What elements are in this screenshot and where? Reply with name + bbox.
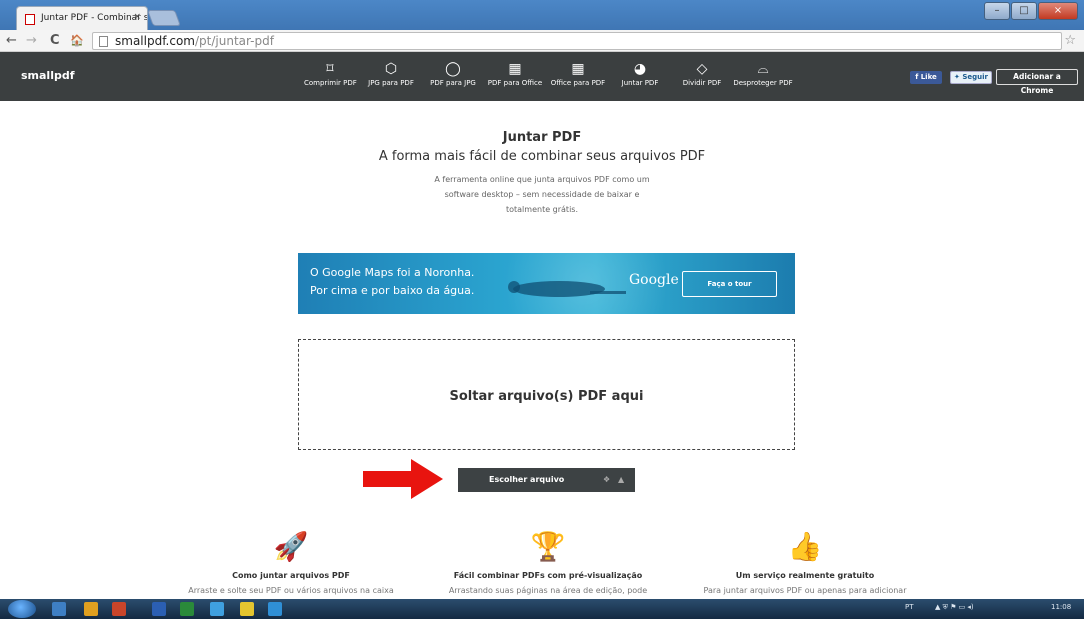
windows-taskbar: PT ▲ ⛨ ⚑ ▭ ◂) 11:08 xyxy=(0,599,1084,619)
google-drive-icon[interactable]: ▲ xyxy=(618,468,624,492)
taskbar-skype-icon[interactable] xyxy=(268,602,282,616)
taskbar-ie-icon[interactable] xyxy=(210,602,224,616)
tool-label: Juntar PDF xyxy=(621,79,659,87)
tool-label: JPG para PDF xyxy=(368,79,414,87)
facebook-like-label: Like xyxy=(920,73,937,81)
url-host: smallpdf.com xyxy=(115,34,195,48)
thumbs-up-icon: 👍 xyxy=(787,530,823,563)
feature-title: Fácil combinar PDFs com pré-visualização xyxy=(453,571,643,580)
bookmark-star-icon[interactable]: ☆ xyxy=(1064,33,1076,48)
dropbox-icon[interactable]: ❖ xyxy=(603,468,610,492)
trophy-icon: 🏆 xyxy=(530,530,566,563)
tool-merge-pdf[interactable]: ◕ Juntar PDF xyxy=(618,59,662,87)
tray-icons[interactable]: ▲ ⛨ ⚑ ▭ ◂) xyxy=(935,603,974,612)
feature-title: Como juntar arquivos PDF xyxy=(232,571,350,580)
taskbar-excel-icon[interactable] xyxy=(180,602,194,616)
browser-tab[interactable]: Juntar PDF - Combinar se × xyxy=(16,6,148,30)
tool-pdf-to-office[interactable]: ▦ PDF para Office xyxy=(487,59,543,87)
tool-compress-pdf[interactable]: ⌑ Comprimir PDF xyxy=(304,59,357,87)
tool-office-to-pdf[interactable]: ▦ Office para PDF xyxy=(550,59,606,87)
choose-file-button[interactable]: Escolher arquivo ❖ ▲ xyxy=(458,468,635,492)
pdf-favicon-icon xyxy=(25,14,35,25)
feature-text: Arraste e solte seu PDF ou vários arquiv… xyxy=(188,586,394,595)
compress-icon: ⌑ xyxy=(326,61,334,77)
maximize-icon[interactable]: □ xyxy=(1011,2,1037,20)
browser-titlebar: Juntar PDF - Combinar se × – □ × xyxy=(0,0,1084,30)
tool-label: Dividir PDF xyxy=(682,79,722,87)
rocket-icon: 🚀 xyxy=(273,530,309,563)
add-to-chrome-button[interactable]: Adicionar a Chrome xyxy=(996,69,1078,95)
split-pdf-icon: ◇ xyxy=(696,61,708,77)
language-indicator[interactable]: PT xyxy=(905,603,914,611)
choose-file-label: Escolher arquivo xyxy=(489,475,565,484)
tab-close-icon[interactable]: × xyxy=(133,12,141,22)
ad-subline: Por cima e por baixo da água. xyxy=(310,284,475,297)
taskbar-clock[interactable]: 11:08 xyxy=(1051,603,1071,611)
tool-label: Comprimir PDF xyxy=(304,79,357,87)
feature-title: Um serviço realmente gratuito xyxy=(735,571,875,580)
unlock-pdf-icon: ⌓ xyxy=(757,61,769,77)
window-controls: – □ × xyxy=(984,2,1078,20)
home-icon[interactable]: 🏠 xyxy=(70,34,84,47)
new-tab-button[interactable] xyxy=(147,10,181,26)
page-description: A ferramenta online que junta arquivos P… xyxy=(412,172,672,217)
tool-label: PDF para Office xyxy=(487,79,543,87)
tool-label: PDF para JPG xyxy=(430,79,476,87)
tool-unlock-pdf[interactable]: ⌓ Desproteger PDF xyxy=(733,59,793,87)
start-button-icon[interactable] xyxy=(8,600,36,618)
pdf-to-jpg-icon: ◯ xyxy=(445,61,461,77)
merge-pdf-icon: ◕ xyxy=(633,61,647,77)
minimize-icon[interactable]: – xyxy=(984,2,1010,20)
forward-icon[interactable]: → xyxy=(26,33,37,48)
page-icon xyxy=(99,36,108,47)
feature-how-to-merge: 🚀 Como juntar arquivos PDF Arraste e sol… xyxy=(171,525,411,595)
jpg-to-pdf-icon: ⬡ xyxy=(384,61,398,77)
page-title: Juntar PDF xyxy=(502,130,582,145)
tool-split-pdf[interactable]: ◇ Dividir PDF xyxy=(680,59,724,87)
feature-text: Para juntar arquivos PDF ou apenas para … xyxy=(703,586,907,595)
tab-title: Juntar PDF - Combinar se xyxy=(41,13,148,23)
back-icon[interactable]: ← xyxy=(6,33,17,48)
tool-pdf-to-jpg[interactable]: ◯ PDF para JPG xyxy=(428,59,478,87)
google-logo: Google xyxy=(629,272,679,288)
file-drop-zone[interactable]: Soltar arquivo(s) PDF aqui xyxy=(298,339,795,450)
feature-free-service: 👍 Um serviço realmente gratuito Para jun… xyxy=(685,525,925,595)
description-line: software desktop – sem necessidade de ba… xyxy=(444,190,640,199)
diver-illustration-icon xyxy=(508,281,626,297)
taskbar-chrome-icon[interactable] xyxy=(240,602,254,616)
taskbar-explorer-icon[interactable] xyxy=(52,602,66,616)
taskbar-media-icon[interactable] xyxy=(112,602,126,616)
pdf-to-office-icon: ▦ xyxy=(508,61,522,77)
red-arrow-icon xyxy=(363,459,443,499)
twitter-follow-button[interactable]: ✦ Seguir xyxy=(950,71,992,84)
feature-text: Arrastando suas páginas na área de ediçã… xyxy=(448,586,648,595)
address-bar: ← → C 🏠 smallpdf.com/pt/juntar-pdf ☆ xyxy=(0,30,1084,52)
twitter-follow-label: Seguir xyxy=(962,73,988,81)
description-line: totalmente grátis. xyxy=(505,205,579,214)
taskbar-word-icon[interactable] xyxy=(152,602,166,616)
google-maps-ad-banner[interactable]: O Google Maps foi a Noronha. Por cima e … xyxy=(298,253,795,314)
taskbar-folder-icon[interactable] xyxy=(84,602,98,616)
ad-headline: O Google Maps foi a Noronha. xyxy=(310,266,475,279)
tool-jpg-to-pdf[interactable]: ⬡ JPG para PDF xyxy=(366,59,416,87)
site-header: smallpdf ⌑ Comprimir PDF ⬡ JPG para PDF … xyxy=(0,52,1084,101)
site-logo[interactable]: smallpdf xyxy=(21,69,75,82)
tool-label: Office para PDF xyxy=(550,79,606,87)
window-close-icon[interactable]: × xyxy=(1038,2,1078,20)
url-input[interactable]: smallpdf.com/pt/juntar-pdf xyxy=(92,32,1062,50)
description-line: A ferramenta online que junta arquivos P… xyxy=(434,175,650,184)
reload-icon[interactable]: C xyxy=(50,33,60,48)
drop-zone-label: Soltar arquivo(s) PDF aqui xyxy=(449,389,644,404)
facebook-like-button[interactable]: f Like xyxy=(910,71,942,84)
tool-label: Desproteger PDF xyxy=(733,79,793,87)
office-to-pdf-icon: ▦ xyxy=(571,61,585,77)
feature-preview: 🏆 Fácil combinar PDFs com pré-visualizaç… xyxy=(428,525,668,595)
url-path: /pt/juntar-pdf xyxy=(195,34,274,48)
page-subtitle: A forma mais fácil de combinar seus arqu… xyxy=(378,149,706,164)
ad-tour-button[interactable]: Faça o tour xyxy=(682,271,777,297)
